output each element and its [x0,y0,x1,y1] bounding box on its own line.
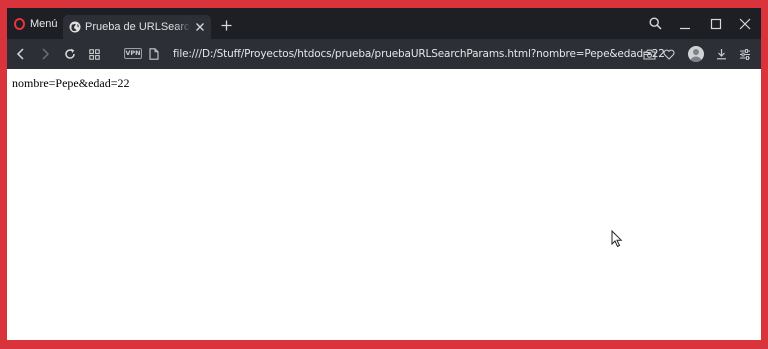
profile-silhouette [690,49,702,62]
address-field[interactable]: file:///D:/Stuff/Proyectos/htdocs/prueba… [173,39,665,69]
plus-icon [221,20,231,30]
tab-title: Prueba de URLSearchParams [85,21,191,33]
forward-icon [42,48,50,60]
bookmark-button[interactable] [658,39,680,69]
page-content: nombre=Pepe&edad=22 [7,69,761,340]
query-string-output: nombre=Pepe&edad=22 [12,76,130,90]
tab-strip: Menú Prueba de URLSearchParams [7,8,761,39]
page-info-button[interactable] [143,39,165,69]
close-icon [739,18,751,29]
maximize-button[interactable] [701,8,731,39]
opera-logo-icon [14,17,25,30]
search-icon [648,17,662,30]
back-button[interactable] [10,39,32,69]
opera-menu-button[interactable]: Menú [7,8,62,39]
forward-button[interactable] [34,39,56,69]
back-icon [16,48,24,60]
reload-button[interactable] [59,39,81,69]
easy-setup-button[interactable] [734,39,756,69]
page-icon [149,48,159,60]
address-toolbar: VPN file:///D:/Stuff/Proyectos/htdocs/pr… [7,39,761,69]
tab-active[interactable]: Prueba de URLSearchParams [63,15,211,39]
tabs-grid-button[interactable] [83,39,105,69]
minimize-button[interactable] [670,8,700,39]
close-window-button[interactable] [730,8,760,39]
new-tab-button[interactable] [218,15,234,35]
maximize-icon [710,18,722,29]
vpn-badge[interactable]: VPN [124,48,142,59]
search-tabs-button[interactable] [640,8,670,39]
heart-icon [663,49,675,60]
browser-window: Menú Prueba de URLSearchParams [7,8,761,340]
mouse-cursor-icon [611,230,623,248]
snapshot-button[interactable] [638,39,660,69]
minimize-icon [680,27,690,29]
avatar-icon[interactable] [688,46,704,62]
grid-icon [88,48,100,60]
reload-icon [65,48,75,59]
menu-label: Menú [30,17,58,30]
sliders-icon [740,48,750,60]
downloads-button[interactable] [710,39,732,69]
globe-icon [69,21,81,33]
tab-close-icon[interactable] [195,22,205,32]
camera-icon [642,49,656,60]
download-icon [716,49,726,60]
